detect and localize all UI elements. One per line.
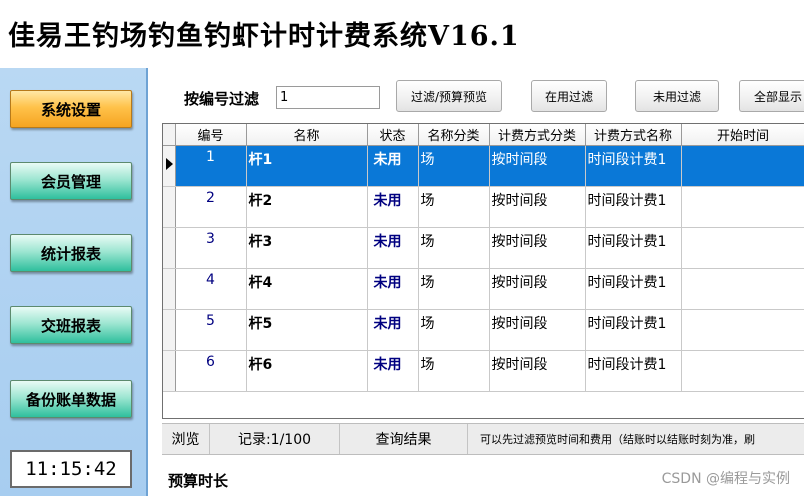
cell-name[interactable]: 杆2 — [246, 186, 368, 228]
in-use-filter-button[interactable]: 在用过滤 — [531, 80, 607, 112]
cell-status[interactable]: 未用 — [367, 227, 419, 269]
cell-start-time[interactable] — [681, 309, 804, 351]
data-grid: 编号 名称 状态 名称分类 计费方式分类 计费方式名称 开始时间 1 杆1 未用… — [162, 123, 804, 419]
sidebar: 系统设置 会员管理 统计报表 交班报表 备份账单数据 11:15:42 — [0, 68, 148, 496]
rod-table: 编号 名称 状态 名称分类 计费方式分类 计费方式名称 开始时间 1 杆1 未用… — [163, 124, 804, 392]
column-header-category[interactable]: 名称分类 — [418, 124, 490, 146]
status-bar: 浏览 记录:1/100 查询结果 可以先过滤预览时间和费用（结账时以结账时刻为准… — [162, 423, 804, 455]
cell-name[interactable]: 杆3 — [246, 227, 368, 269]
shift-report-button[interactable]: 交班报表 — [10, 306, 132, 344]
row-indicator — [163, 268, 176, 310]
cell-status[interactable]: 未用 — [367, 145, 419, 187]
csdn-watermark: CSDN @编程与实例 — [661, 471, 790, 487]
cell-number[interactable]: 1 — [175, 145, 247, 187]
cell-category[interactable]: 场 — [418, 350, 490, 392]
estimated-duration-label: 预算时长 — [168, 472, 229, 490]
cell-number[interactable]: 5 — [175, 309, 247, 351]
table-row[interactable]: 1 杆1 未用 场 按时间段 时间段计费1 — [163, 145, 804, 187]
show-all-button[interactable]: 全部显示 — [739, 80, 804, 112]
column-header-number[interactable]: 编号 — [175, 124, 247, 146]
cell-billing-type[interactable]: 按时间段 — [489, 309, 586, 351]
cell-billing-type[interactable]: 按时间段 — [489, 268, 586, 310]
cell-billing-name[interactable]: 时间段计费1 — [585, 309, 682, 351]
column-header-billing-name[interactable]: 计费方式名称 — [585, 124, 682, 146]
member-management-button[interactable]: 会员管理 — [10, 162, 132, 200]
cell-status[interactable]: 未用 — [367, 186, 419, 228]
cell-name[interactable]: 杆4 — [246, 268, 368, 310]
cell-name[interactable]: 杆1 — [246, 145, 368, 187]
cell-status[interactable]: 未用 — [367, 268, 419, 310]
cell-billing-name[interactable]: 时间段计费1 — [585, 186, 682, 228]
filter-number-input[interactable] — [276, 86, 380, 109]
cell-category[interactable]: 场 — [418, 268, 490, 310]
cell-billing-type[interactable]: 按时间段 — [489, 145, 586, 187]
current-row-arrow-icon — [166, 157, 173, 170]
table-row[interactable]: 3 杆3 未用 场 按时间段 时间段计费1 — [163, 227, 804, 269]
browse-mode-label: 浏览 — [162, 424, 210, 454]
cell-status[interactable]: 未用 — [367, 350, 419, 392]
cell-start-time[interactable] — [681, 350, 804, 392]
cell-billing-type[interactable]: 按时间段 — [489, 227, 586, 269]
cell-category[interactable]: 场 — [418, 186, 490, 228]
clock-display: 11:15:42 — [10, 450, 132, 488]
cell-name[interactable]: 杆6 — [246, 350, 368, 392]
cell-start-time[interactable] — [681, 186, 804, 228]
column-header-status[interactable]: 状态 — [367, 124, 419, 146]
record-counter: 记录:1/100 — [210, 424, 340, 454]
cell-billing-name[interactable]: 时间段计费1 — [585, 268, 682, 310]
statistics-report-button[interactable]: 统计报表 — [10, 234, 132, 272]
row-indicator — [163, 145, 176, 187]
backup-bills-button[interactable]: 备份账单数据 — [10, 380, 132, 418]
cell-category[interactable]: 场 — [418, 145, 490, 187]
row-indicator — [163, 186, 176, 228]
row-indicator — [163, 350, 176, 392]
cell-number[interactable]: 3 — [175, 227, 247, 269]
row-indicator — [163, 227, 176, 269]
row-indicator-header — [163, 124, 176, 146]
table-header-row: 编号 名称 状态 名称分类 计费方式分类 计费方式名称 开始时间 — [163, 124, 804, 146]
cell-start-time[interactable] — [681, 145, 804, 187]
title-bar: 佳易王钓场钓鱼钓虾计时计费系统V16.1 — [0, 0, 804, 68]
filter-label: 按编号过滤 — [184, 90, 260, 108]
cell-start-time[interactable] — [681, 227, 804, 269]
table-row[interactable]: 4 杆4 未用 场 按时间段 时间段计费1 — [163, 268, 804, 310]
preview-hint-text: 可以先过滤预览时间和费用（结账时以结账时刻为准，刷 — [480, 433, 755, 446]
cell-billing-name[interactable]: 时间段计费1 — [585, 145, 682, 187]
cell-billing-name[interactable]: 时间段计费1 — [585, 350, 682, 392]
cell-billing-type[interactable]: 按时间段 — [489, 186, 586, 228]
window-title: 佳易王钓场钓鱼钓虾计时计费系统V16.1 — [8, 21, 520, 52]
cell-name[interactable]: 杆5 — [246, 309, 368, 351]
cell-status[interactable]: 未用 — [367, 309, 419, 351]
table-row[interactable]: 5 杆5 未用 场 按时间段 时间段计费1 — [163, 309, 804, 351]
system-settings-button[interactable]: 系统设置 — [10, 90, 132, 128]
table-row[interactable]: 6 杆6 未用 场 按时间段 时间段计费1 — [163, 350, 804, 392]
main-panel: 按编号过滤 过滤/预算预览 在用过滤 未用过滤 全部显示 编号 名称 状态 名称… — [150, 68, 804, 496]
column-header-billing-type[interactable]: 计费方式分类 — [489, 124, 586, 146]
cell-number[interactable]: 4 — [175, 268, 247, 310]
column-header-name[interactable]: 名称 — [246, 124, 368, 146]
filter-preview-button[interactable]: 过滤/预算预览 — [396, 80, 502, 112]
cell-number[interactable]: 6 — [175, 350, 247, 392]
query-result-label: 查询结果 — [340, 424, 468, 454]
cell-category[interactable]: 场 — [418, 227, 490, 269]
cell-category[interactable]: 场 — [418, 309, 490, 351]
cell-billing-name[interactable]: 时间段计费1 — [585, 227, 682, 269]
cell-billing-type[interactable]: 按时间段 — [489, 350, 586, 392]
table-row[interactable]: 2 杆2 未用 场 按时间段 时间段计费1 — [163, 186, 804, 228]
column-header-start-time[interactable]: 开始时间 — [681, 124, 804, 146]
cell-number[interactable]: 2 — [175, 186, 247, 228]
row-indicator — [163, 309, 176, 351]
unused-filter-button[interactable]: 未用过滤 — [635, 80, 719, 112]
cell-start-time[interactable] — [681, 268, 804, 310]
